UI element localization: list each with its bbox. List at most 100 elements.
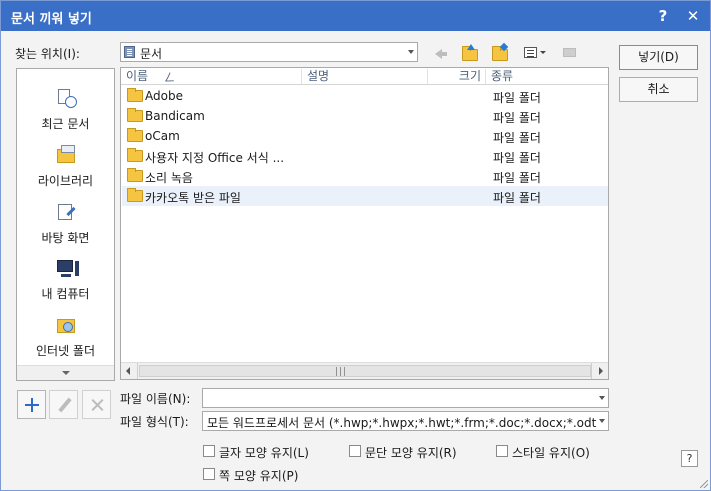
file-type: 파일 폴더	[493, 151, 541, 165]
scroll-right-icon	[599, 367, 603, 375]
help-button[interactable]: ?	[681, 450, 698, 467]
back-button[interactable]	[429, 41, 453, 63]
delete-place-button[interactable]	[82, 390, 111, 419]
close-icon[interactable]: ✕	[683, 6, 703, 26]
checkbox-box[interactable]	[203, 445, 215, 457]
dialog-title: 문서 끼워 넣기	[11, 12, 92, 27]
cancel-button[interactable]: 취소	[619, 77, 698, 102]
file-type-dropdown[interactable]: 모든 워드프로세서 문서 (*.hwp;*.hwpx;*.hwt;*.frm;*…	[202, 411, 609, 431]
pencil-icon	[58, 397, 72, 413]
insert-document-dialog: 문서 끼워 넣기 ? ✕ 찾는 위치(I): 문서 넣기(D) 취소 최근 문서…	[0, 0, 711, 491]
new-folder-button[interactable]	[487, 41, 511, 63]
file-type-value: 모든 워드프로세서 문서 (*.hwp;*.hwpx;*.hwt;*.frm;*…	[207, 416, 597, 430]
file-name-input[interactable]	[202, 388, 609, 408]
folder-icon	[127, 128, 143, 142]
folder-icon	[127, 188, 143, 202]
column-name-label: 이름	[126, 69, 149, 83]
file-name: 사용자 지정 Office 서식 ...	[145, 151, 285, 165]
library-icon	[55, 145, 77, 166]
new-folder-icon	[492, 46, 508, 61]
place-internet-folder[interactable]: 인터넷 폴더	[17, 316, 114, 366]
view-dropdown-arrow-icon	[540, 51, 546, 54]
file-name: oCam	[145, 129, 180, 143]
folder-icon	[127, 88, 143, 102]
file-row[interactable]: Bandicam 파일 폴더	[122, 106, 608, 126]
place-desktop[interactable]: 바탕 화면	[17, 203, 114, 253]
place-my-computer[interactable]: 내 컴퓨터	[17, 259, 114, 309]
insert-button[interactable]: 넣기(D)	[619, 45, 698, 70]
checkbox-label: 글자 모양 유지(L)	[219, 446, 309, 460]
checkbox-box[interactable]	[203, 468, 215, 480]
file-row[interactable]: 소리 녹음 파일 폴더	[122, 166, 608, 186]
file-row[interactable]: Adobe 파일 폴더	[122, 86, 608, 106]
look-in-label: 찾는 위치(I):	[15, 47, 80, 61]
plus-icon	[25, 398, 39, 412]
column-header-description[interactable]: 설명	[302, 69, 428, 84]
title-bar[interactable]: 문서 끼워 넣기 ? ✕	[1, 1, 710, 31]
file-type: 파일 폴더	[493, 191, 541, 205]
file-name: Adobe	[145, 89, 183, 103]
file-type-label: 파일 형식(T):	[120, 415, 189, 429]
checkbox-box[interactable]	[349, 445, 361, 457]
scroll-grip: |||	[335, 367, 348, 377]
delete-icon	[91, 398, 104, 412]
internet-folder-icon	[55, 316, 77, 336]
folder-icon	[127, 108, 143, 122]
look-in-value: 문서	[140, 47, 163, 61]
checkbox-box[interactable]	[496, 445, 508, 457]
view-list-icon	[524, 47, 537, 58]
file-name: 카카오톡 받은 파일	[145, 191, 241, 205]
file-row-selected[interactable]: 카카오톡 받은 파일 파일 폴더	[122, 186, 608, 206]
file-name: 소리 녹음	[145, 171, 193, 185]
folder-up-icon	[462, 46, 478, 61]
place-label: 내 컴퓨터	[41, 287, 90, 301]
back-arrow-icon	[435, 49, 447, 59]
place-label: 인터넷 폴더	[35, 344, 95, 358]
column-header-type[interactable]: 종류	[486, 69, 608, 84]
desktop-icon	[55, 203, 77, 223]
folder-icon	[127, 168, 143, 182]
place-label: 바탕 화면	[41, 231, 90, 245]
checkbox-label: 스타일 유지(O)	[512, 446, 590, 460]
view-menu-button[interactable]	[519, 41, 549, 63]
file-type: 파일 폴더	[493, 91, 541, 105]
file-list[interactable]: 이름 ㄥ 설명 크기 종류 Adobe 파일 폴더 Bandicam 파일 폴더…	[120, 67, 609, 380]
file-name-label: 파일 이름(N):	[120, 392, 191, 406]
column-header-name[interactable]: 이름 ㄥ	[121, 69, 302, 84]
look-in-dropdown[interactable]: 문서	[120, 42, 418, 62]
place-library[interactable]: 라이브러리	[17, 145, 114, 196]
scroll-thumb[interactable]: |||	[139, 365, 591, 377]
recent-documents-icon	[55, 89, 77, 109]
file-type: 파일 폴더	[493, 111, 541, 125]
place-recent-documents[interactable]: 최근 문서	[17, 89, 114, 139]
file-name: Bandicam	[145, 109, 205, 123]
print-icon	[563, 48, 576, 57]
add-place-button[interactable]	[17, 390, 46, 419]
file-row[interactable]: oCam 파일 폴더	[122, 126, 608, 146]
scroll-down-icon	[62, 371, 70, 375]
print-preview-button[interactable]	[557, 41, 581, 63]
resize-grip-icon[interactable]	[699, 479, 709, 489]
file-list-header: 이름 ㄥ 설명 크기 종류	[121, 68, 608, 85]
chevron-down-icon[interactable]	[599, 396, 605, 400]
file-type: 파일 폴더	[493, 131, 541, 145]
place-label: 라이브러리	[37, 174, 94, 188]
sort-indicator-icon: ㄥ	[164, 71, 175, 84]
column-header-size[interactable]: 크기	[428, 69, 486, 84]
computer-icon	[55, 259, 79, 279]
chevron-down-icon[interactable]	[599, 419, 605, 423]
help-icon[interactable]: ?	[653, 6, 673, 26]
up-arrow-icon	[467, 44, 475, 50]
up-folder-button[interactable]	[457, 41, 481, 63]
horizontal-scrollbar[interactable]: |||	[121, 362, 608, 379]
scroll-left-icon	[126, 367, 130, 375]
file-type: 파일 폴더	[493, 171, 541, 185]
places-bar: 최근 문서 라이브러리 바탕 화면 내 컴퓨터 인터넷 폴더	[16, 68, 115, 381]
chevron-down-icon[interactable]	[408, 50, 414, 54]
checkbox-label: 문단 모양 유지(R)	[365, 446, 457, 460]
places-scroll-down[interactable]	[17, 365, 114, 380]
file-row[interactable]: 사용자 지정 Office 서식 ... 파일 폴더	[122, 146, 608, 166]
folder-icon	[127, 148, 143, 162]
place-label: 최근 문서	[41, 117, 90, 131]
edit-place-button[interactable]	[49, 390, 78, 419]
